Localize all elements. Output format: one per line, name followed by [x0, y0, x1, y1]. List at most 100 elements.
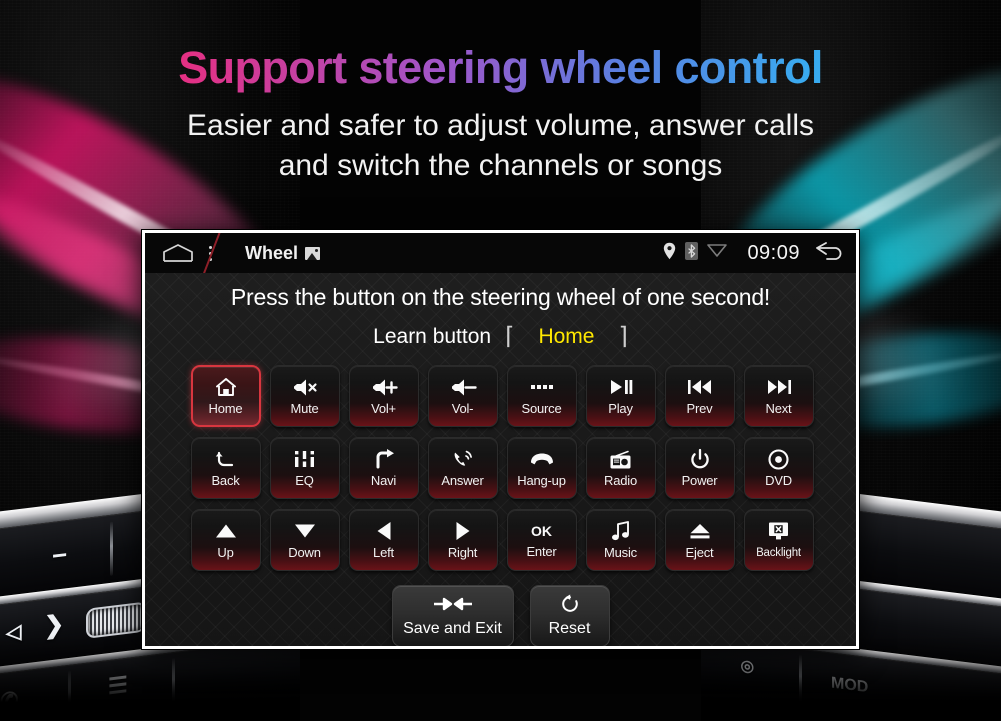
- wheel-button-label: Play: [608, 401, 633, 416]
- wheel-button-label: Eject: [685, 545, 714, 560]
- wheel-button-label: Prev: [686, 401, 713, 416]
- wheel-button-label: Enter: [526, 544, 557, 559]
- wheel-button-next[interactable]: Next: [743, 365, 814, 427]
- wheel-button-label: DVD: [765, 473, 792, 488]
- bluetooth-icon: [685, 241, 699, 265]
- reset-button[interactable]: Reset: [529, 585, 610, 646]
- wheel-button-left[interactable]: Left: [348, 509, 419, 571]
- action-bar: Save and Exit Reset: [145, 585, 856, 646]
- refresh-circle-icon: [560, 594, 580, 613]
- wheel-button-grid: Home Mute Vol+ Vol- Source Play Prev Next Back EQ…: [190, 365, 814, 571]
- bracket-right: ⌉: [618, 323, 628, 350]
- picture-icon: [305, 246, 321, 260]
- wheel-button-label: Back: [211, 473, 240, 488]
- wheel-button-label: Navi: [370, 473, 397, 488]
- promo-screenshot: − + ◁ ❯ ✆ ☰ ESNCEL ⟳ LIM: [0, 0, 1001, 721]
- wheel-button-label: Source: [521, 401, 562, 416]
- back-arrow-icon[interactable]: [814, 242, 844, 264]
- promo-subheadline: Easier and safer to adjust volume, answe…: [0, 106, 1001, 186]
- disc-icon: [768, 448, 789, 470]
- turn-right-arrow-icon: [373, 448, 395, 470]
- wheel-button-label: EQ: [295, 473, 314, 488]
- radio-icon: [609, 448, 632, 470]
- wheel-button-right[interactable]: Right: [427, 509, 498, 571]
- status-icons: [663, 241, 728, 265]
- head-unit-screen: Wheel 09:09 Press the button on the stee…: [142, 230, 859, 649]
- location-pin-icon: [663, 242, 676, 265]
- wheel-button-label: Left: [373, 545, 394, 560]
- eject-icon: [689, 520, 711, 542]
- home-outline-icon[interactable]: [161, 243, 195, 263]
- arrows-inward-icon: [432, 595, 474, 613]
- promo-subheadline-line1: Easier and safer to adjust volume, answe…: [187, 109, 814, 142]
- volume-up-icon: [371, 376, 398, 398]
- wheel-button-play[interactable]: Play: [585, 365, 656, 427]
- phone-hangup-icon: [529, 448, 555, 470]
- wheel-button-up[interactable]: Up: [190, 509, 261, 571]
- wheel-button-label: Up: [217, 545, 234, 560]
- learn-button-value: Home: [538, 324, 595, 348]
- wheel-button-label: Music: [604, 545, 637, 560]
- previous-track-icon: [687, 376, 713, 398]
- wheel-button-enter[interactable]: OK Enter: [506, 509, 577, 571]
- save-and-exit-button[interactable]: Save and Exit: [391, 585, 514, 646]
- next-track-icon: [766, 376, 792, 398]
- wheel-button-label: Mute: [290, 401, 319, 416]
- wheel-button-dvd[interactable]: DVD: [743, 437, 814, 499]
- learn-button-row: Learn button ⌈ Home ⌉: [145, 322, 856, 351]
- volume-minus-glyph: −: [52, 539, 68, 572]
- status-bar: Wheel 09:09: [145, 233, 856, 278]
- wheel-learn-screen: Press the button on the steering wheel o…: [145, 273, 856, 646]
- wheel-button-eject[interactable]: Eject: [664, 509, 735, 571]
- wheel-button-label: Power: [681, 473, 718, 488]
- bracket-left: ⌈: [505, 323, 515, 350]
- wheel-button-vol-[interactable]: Vol-: [427, 365, 498, 427]
- wheel-button-label: Radio: [604, 473, 637, 488]
- wheel-button-eq[interactable]: EQ: [269, 437, 340, 499]
- wheel-button-radio[interactable]: Radio: [585, 437, 656, 499]
- wheel-button-prev[interactable]: Prev: [664, 365, 735, 427]
- wheel-button-back[interactable]: Back: [190, 437, 261, 499]
- mute-icon: [292, 376, 318, 398]
- wheel-button-answer[interactable]: Answer: [427, 437, 498, 499]
- wheel-button-source[interactable]: Source: [506, 365, 577, 427]
- wifi-icon: [707, 243, 728, 263]
- reset-label: Reset: [548, 619, 591, 637]
- wheel-button-label: Hang-up: [517, 473, 566, 488]
- app-title: Wheel: [245, 242, 321, 264]
- wheel-button-home[interactable]: Home: [190, 365, 261, 427]
- wheel-button-label: Next: [765, 401, 792, 416]
- equalizer-icon: [294, 448, 315, 470]
- home-icon: [215, 376, 237, 398]
- music-note-icon: [611, 520, 631, 542]
- back-curved-arrow-icon: [215, 448, 237, 470]
- phone-answer-icon: [452, 448, 474, 470]
- ok-text-icon: OK: [531, 523, 552, 539]
- backlight-screen-icon: [768, 520, 789, 542]
- play-pause-icon: [609, 376, 633, 398]
- wheel-button-navi[interactable]: Navi: [348, 437, 419, 499]
- app-title-label: Wheel: [245, 242, 299, 263]
- wheel-button-label: Home: [208, 401, 243, 416]
- wheel-button-label: Answer: [441, 473, 484, 488]
- triangle-down-icon: [294, 520, 316, 542]
- wheel-button-label: Right: [447, 545, 478, 560]
- promo-subheadline-line2: and switch the channels or songs: [278, 149, 723, 182]
- source-dots-icon: [530, 376, 554, 398]
- volume-down-icon: [450, 376, 477, 398]
- power-icon: [690, 448, 710, 470]
- triangle-right-icon: [455, 520, 471, 542]
- save-and-exit-label: Save and Exit: [403, 619, 502, 637]
- wheel-button-label: Vol+: [371, 401, 396, 416]
- wheel-button-backlight[interactable]: Backlight: [743, 509, 814, 571]
- wheel-button-down[interactable]: Down: [269, 509, 340, 571]
- wheel-button-music[interactable]: Music: [585, 509, 656, 571]
- status-bar-clock: 09:09: [747, 241, 800, 264]
- wheel-button-vol-[interactable]: Vol+: [348, 365, 419, 427]
- wheel-button-power[interactable]: Power: [664, 437, 735, 499]
- instruction-text: Press the button on the steering wheel o…: [230, 284, 771, 310]
- wheel-button-mute[interactable]: Mute: [269, 365, 340, 427]
- wheel-button-label: Down: [288, 545, 321, 560]
- wheel-button-label: Vol-: [451, 401, 474, 416]
- wheel-button-hang-up[interactable]: Hang-up: [506, 437, 577, 499]
